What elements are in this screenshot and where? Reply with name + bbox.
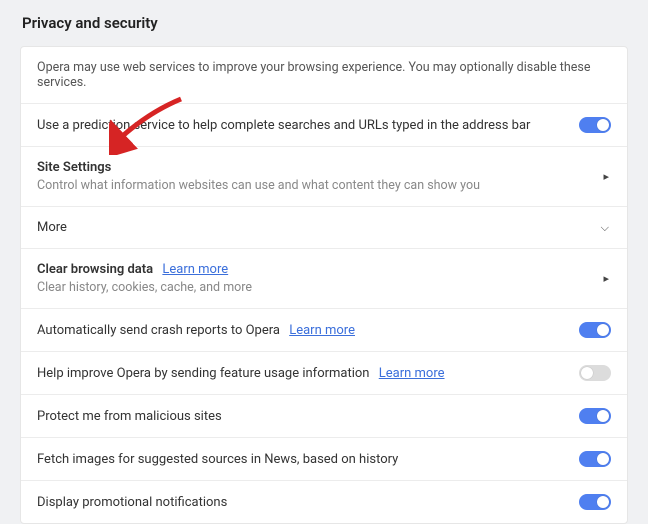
crash-reports-label: Automatically send crash reports to Oper…: [37, 323, 280, 338]
fetch-images-toggle[interactable]: [579, 451, 611, 467]
promo-notifications-label: Display promotional notifications: [37, 495, 571, 510]
protect-malicious-toggle[interactable]: [579, 408, 611, 424]
protect-malicious-label: Protect me from malicious sites: [37, 409, 571, 424]
fetch-images-row: Fetch images for suggested sources in Ne…: [21, 438, 627, 481]
promo-notifications-toggle[interactable]: [579, 494, 611, 510]
clear-data-desc: Clear history, cookies, cache, and more: [37, 280, 593, 295]
chevron-right-icon: ▸: [601, 170, 611, 183]
feature-usage-label: Help improve Opera by sending feature us…: [37, 366, 370, 381]
intro-row: Opera may use web services to improve yo…: [21, 47, 627, 104]
fetch-images-label: Fetch images for suggested sources in Ne…: [37, 452, 571, 467]
feature-usage-toggle[interactable]: [579, 365, 611, 381]
site-settings-row[interactable]: Site Settings Control what information w…: [21, 147, 627, 207]
prediction-row: Use a prediction service to help complet…: [21, 104, 627, 147]
chevron-down-icon: ⌵: [599, 221, 611, 235]
crash-reports-learn-more-link[interactable]: Learn more: [289, 323, 355, 338]
clear-data-label: Clear browsing data: [37, 262, 153, 277]
site-settings-label: Site Settings: [37, 160, 593, 175]
settings-panel: Opera may use web services to improve yo…: [20, 46, 628, 524]
promo-notifications-row: Display promotional notifications: [21, 481, 627, 523]
crash-reports-toggle[interactable]: [579, 322, 611, 338]
page-title: Privacy and security: [22, 14, 628, 32]
more-row[interactable]: More ⌵: [21, 207, 627, 249]
feature-usage-learn-more-link[interactable]: Learn more: [379, 366, 445, 381]
chevron-right-icon: ▸: [601, 272, 611, 285]
prediction-label: Use a prediction service to help complet…: [37, 118, 571, 133]
prediction-toggle[interactable]: [579, 117, 611, 133]
more-label: More: [37, 220, 591, 235]
protect-malicious-row: Protect me from malicious sites: [21, 395, 627, 438]
intro-text: Opera may use web services to improve yo…: [37, 60, 603, 90]
crash-reports-row: Automatically send crash reports to Oper…: [21, 309, 627, 352]
clear-data-learn-more-link[interactable]: Learn more: [162, 262, 228, 277]
clear-data-row[interactable]: Clear browsing data Learn more Clear his…: [21, 249, 627, 309]
site-settings-desc: Control what information websites can us…: [37, 178, 593, 193]
feature-usage-row: Help improve Opera by sending feature us…: [21, 352, 627, 395]
